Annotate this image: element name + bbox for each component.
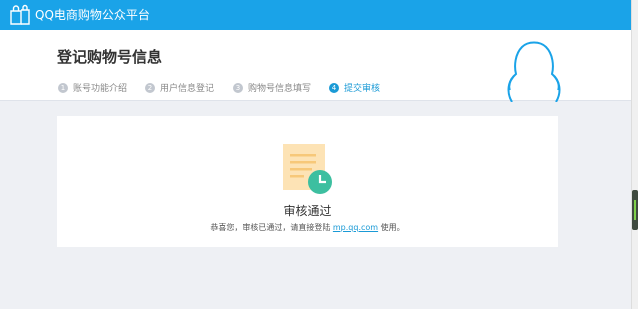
step-label: 购物号信息填写 <box>248 84 312 94</box>
status-desc-suffix: 使用。 <box>380 223 405 232</box>
page-title: 登记购物号信息 <box>57 48 163 66</box>
status-description: 恭喜您，审核已通过，请直接登陆 mp.qq.com 使用。 <box>57 222 558 233</box>
qq-penguin-icon <box>507 41 561 102</box>
step-1: 1 账号功能介绍 <box>58 81 127 94</box>
step-4: 4 提交审核 <box>329 81 380 94</box>
page-header: 登记购物号信息 1 账号功能介绍 2 用户信息登记 3 购物号信息填写 4 提交… <box>0 30 631 102</box>
status-desc-prefix: 恭喜您，审核已通过，请直接登陆 <box>210 223 331 232</box>
step-label: 用户信息登记 <box>160 84 215 94</box>
step-number: 4 <box>329 82 339 93</box>
step-label: 提交审核 <box>344 84 381 94</box>
platform-link[interactable]: mp.qq.com <box>333 223 378 232</box>
step-number: 3 <box>233 82 243 93</box>
document-clock-icon <box>283 144 332 194</box>
step-2: 2 用户信息登记 <box>145 81 214 94</box>
scrollbar[interactable] <box>631 0 638 309</box>
shopping-bags-icon <box>10 4 30 25</box>
brand-name[interactable]: QQ电商购物公众平台 <box>35 7 150 23</box>
step-3: 3 购物号信息填写 <box>233 81 311 94</box>
step-label: 账号功能介绍 <box>73 84 128 94</box>
step-number: 2 <box>145 82 155 93</box>
scrollbar-grip <box>634 200 636 220</box>
status-title: 审核通过 <box>283 204 332 218</box>
step-number: 1 <box>58 82 68 93</box>
result-card: 审核通过 恭喜您，审核已通过，请直接登陆 mp.qq.com 使用。 <box>57 116 558 247</box>
top-bar: QQ电商购物公众平台 <box>0 0 631 30</box>
